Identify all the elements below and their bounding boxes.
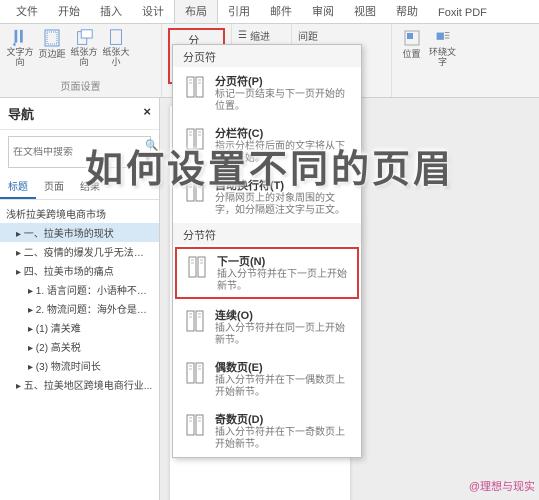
break-icon [185,253,209,281]
tab-引用[interactable]: 引用 [218,0,260,23]
outline-item[interactable]: ▸ 四、拉美市场的痛点 [0,261,159,280]
orientation-button[interactable]: 纸张方向 [70,28,98,68]
tab-审阅[interactable]: 审阅 [302,0,344,23]
break-option[interactable]: 奇数页(D)插入分节符并在下一奇数页上开始新节。 [173,405,361,457]
break-icon [183,125,207,153]
nav-tab-0[interactable]: 标题 [0,174,36,199]
outline-item[interactable]: ▸ 二、疫情的爆发几乎无法阻挡 [0,242,159,261]
ribbon-tabs: 文件开始插入设计布局引用邮件审阅视图帮助Foxit PDF [0,0,539,24]
position-button[interactable]: 位置 [398,28,425,68]
outline-list: 浅析拉美跨境电商市场▸ 一、拉美市场的现状▸ 二、疫情的爆发几乎无法阻挡▸ 四、… [0,200,159,398]
outline-item[interactable]: ▸ 1. 语言问题：小语种不是... [0,280,159,299]
break-icon [183,73,207,101]
nav-tabs: 标题页面结果 [0,174,159,200]
dd-items1: 分页符(P)标记一页结束与下一页开始的位置。分栏符(C)指示分栏符后面的文字将从… [173,67,361,223]
break-option[interactable]: 分栏符(C)指示分栏符后面的文字将从下一栏开始。 [173,119,361,171]
tab-开始[interactable]: 开始 [48,0,90,23]
nav-title: 导航 [8,104,34,123]
indent-controls[interactable]: ☰ 缩进 [238,28,285,43]
outline-item[interactable]: ▸ (2) 高关税 [0,337,159,356]
nav-tab-2[interactable]: 结果 [72,174,108,199]
search-input[interactable] [13,147,145,158]
breaks-dropdown: 分页符 分页符(P)标记一页结束与下一页开始的位置。分栏符(C)指示分栏符后面的… [172,44,362,458]
outline-item[interactable]: ▸ 一、拉美市场的现状 [0,223,159,242]
text-direction-button[interactable]: 文字方向 [6,28,34,68]
tab-插入[interactable]: 插入 [90,0,132,23]
size-button[interactable]: 纸张大小 [102,28,130,68]
page-setup-group: 文字方向 页边距 纸张方向 纸张大小 [6,28,155,68]
break-icon [183,359,207,387]
dd-items2: 下一页(N)插入分节符并在下一页上开始新节。连续(O)插入分节符并在同一页上开始… [173,247,361,457]
nav-tab-1[interactable]: 页面 [36,174,72,199]
outline-item[interactable]: 浅析拉美跨境电商市场 [0,204,159,223]
tab-帮助[interactable]: 帮助 [386,0,428,23]
tab-布局[interactable]: 布局 [174,0,218,23]
dd-section-sectionbreaks: 分节符 [173,223,361,245]
tab-邮件[interactable]: 邮件 [260,0,302,23]
search-box[interactable]: 🔍▾ [8,136,151,168]
tab-文件[interactable]: 文件 [6,0,48,23]
outline-item[interactable]: ▸ (1) 清关难 [0,318,159,337]
margins-button[interactable]: 页边距 [38,28,66,68]
navigation-pane: 导航 × 🔍▾ 标题页面结果 浅析拉美跨境电商市场▸ 一、拉美市场的现状▸ 二、疫… [0,98,160,500]
break-option[interactable]: 偶数页(E)插入分节符并在下一偶数页上开始新节。 [173,353,361,405]
outline-item[interactable]: ▸ 2. 物流问题：海外仓是业... [0,299,159,318]
break-option[interactable]: 下一页(N)插入分节符并在下一页上开始新节。 [175,247,359,299]
outline-item[interactable]: ▸ (3) 物流时间长 [0,356,159,375]
break-icon [183,411,207,439]
search-icon[interactable]: 🔍▾ [145,139,159,165]
break-option[interactable]: 自动换行符(T)分隔网页上的对象周围的文字，如分隔题注文字与正文。 [173,171,361,223]
nav-close-icon[interactable]: × [143,104,151,123]
wrap-button[interactable]: 环绕文字 [429,28,456,68]
break-option[interactable]: 分页符(P)标记一页结束与下一页开始的位置。 [173,67,361,119]
tab-视图[interactable]: 视图 [344,0,386,23]
tab-Foxit PDF[interactable]: Foxit PDF [428,3,497,23]
tab-设计[interactable]: 设计 [132,0,174,23]
watermark: @理想与现实 [469,478,535,494]
break-icon [183,177,207,205]
outline-item[interactable]: ▸ 五、拉美地区跨境电商行业... [0,375,159,394]
dd-section-pagebreaks: 分页符 [173,45,361,67]
page-setup-label: 页面设置 [6,78,155,93]
break-option[interactable]: 连续(O)插入分节符并在同一页上开始新节。 [173,301,361,353]
break-icon [183,307,207,335]
